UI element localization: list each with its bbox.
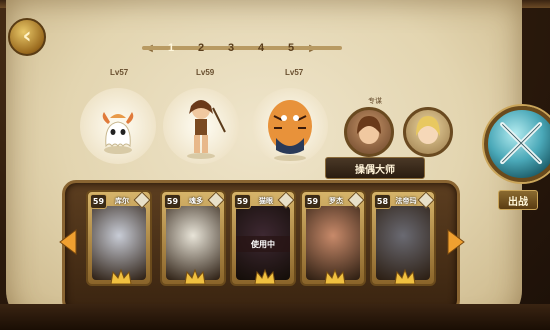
card-hero-name: 魂多 xyxy=(189,197,203,205)
warrior-girl-icon xyxy=(187,100,226,159)
scroll-left-button[interactable] xyxy=(58,228,78,256)
skill-banner: 操偶大师 xyxy=(325,157,425,179)
hero-card[interactable]: 58 法帝玛 xyxy=(370,190,436,286)
hero-card[interactable]: 59 库尔 xyxy=(86,190,152,286)
page-tab-4[interactable]: 4 xyxy=(246,37,276,59)
back-button[interactable]: ‹ xyxy=(8,18,46,56)
rank-crown-icon xyxy=(110,268,132,284)
arrow-left-icon xyxy=(59,229,77,255)
in-use-overlay: 使用中 xyxy=(236,236,290,252)
support-portrait-brunette-icon xyxy=(357,116,381,144)
page-tab-5[interactable]: 5 xyxy=(276,37,306,59)
hero-level-2: Lv59 xyxy=(196,68,215,77)
card-level-badge: 59 xyxy=(234,194,251,209)
hero-level-3: Lv57 xyxy=(285,68,304,77)
ghost-pet-icon xyxy=(102,112,134,154)
battle-label: 出战 xyxy=(498,190,538,210)
team-pagination: ◀ 1 2 3 4 5 ▶ xyxy=(142,36,342,60)
battle-button[interactable]: 出战 xyxy=(476,100,550,220)
card-hero-name: 法帝玛 xyxy=(395,197,417,205)
card-level-badge: 59 xyxy=(90,194,107,209)
scroll-right-button[interactable] xyxy=(446,228,466,256)
page-tab-3[interactable]: 3 xyxy=(216,37,246,59)
support-label: 专谋 xyxy=(368,97,382,105)
arrow-right-icon xyxy=(447,229,465,255)
support-portrait-blonde-icon xyxy=(416,116,440,144)
hero-card[interactable]: 59 猫眼使用中 xyxy=(230,190,296,286)
card-level-badge: 58 xyxy=(374,194,391,209)
card-level-badge: 59 xyxy=(304,194,321,209)
support-slot-2[interactable] xyxy=(403,107,453,157)
tiger-warrior-icon xyxy=(268,100,312,161)
rank-crown-icon xyxy=(324,268,346,284)
card-hero-name: 库尔 xyxy=(115,197,129,205)
hero-card[interactable]: 59 魂多 xyxy=(160,190,226,286)
card-hero-name: 猫眼 xyxy=(259,197,273,205)
rank-crown-icon xyxy=(254,268,276,284)
page-tab-2[interactable]: 2 xyxy=(186,37,216,59)
bottom-frame xyxy=(0,304,550,330)
back-arrow-icon: ‹ xyxy=(22,24,32,49)
rank-crown-icon xyxy=(184,268,206,284)
card-level-badge: 59 xyxy=(164,194,181,209)
page-tab-1[interactable]: 1 xyxy=(156,37,186,59)
hero-slot-1[interactable] xyxy=(80,88,156,164)
rank-crown-icon xyxy=(394,268,416,284)
hero-level-1: Lv57 xyxy=(110,68,129,77)
hero-slot-3[interactable] xyxy=(252,88,328,164)
hero-slot-2[interactable] xyxy=(163,88,239,164)
hero-card[interactable]: 59 罗杰 xyxy=(300,190,366,286)
crossed-swords-icon xyxy=(484,106,550,182)
support-slot-1[interactable] xyxy=(344,107,394,157)
game-screen: ‹ ◀ 1 2 3 4 5 ▶ Lv57 Lv59 Lv57 专谋 操偶大师 xyxy=(0,0,550,330)
card-hero-name: 罗杰 xyxy=(329,197,343,205)
